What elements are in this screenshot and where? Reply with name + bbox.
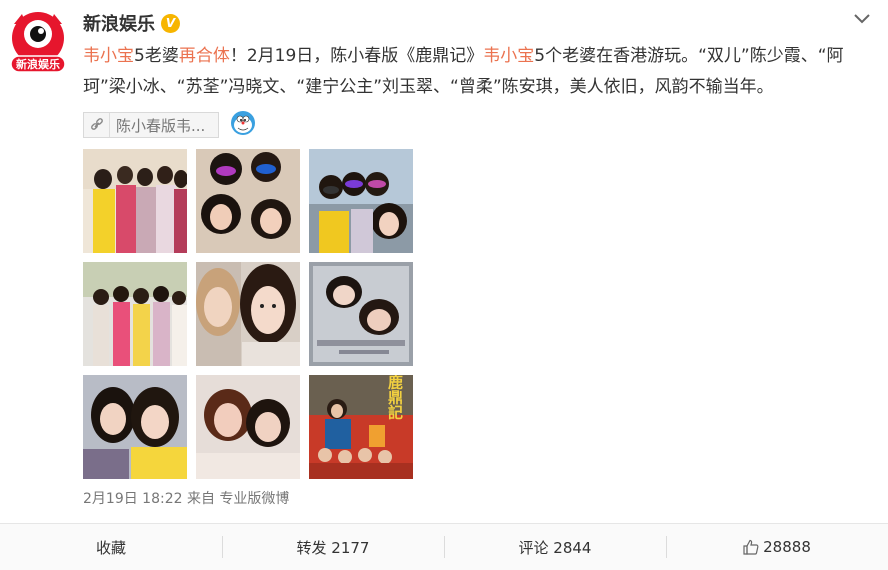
like-count: 28888 [763, 538, 811, 556]
like-button[interactable]: 28888 [666, 524, 888, 570]
avatar-text: 新浪娱乐 [16, 57, 60, 71]
photo-thumbnail[interactable] [196, 262, 300, 366]
movie-poster-thumbnail[interactable]: 鹿鼎記 [309, 375, 413, 479]
photo-thumbnail[interactable] [83, 262, 187, 366]
post-time[interactable]: 2月19日 18:22 [83, 491, 183, 507]
link-chip-label: 陈小春版韦... [116, 116, 206, 135]
sina-eye-logo: 新浪娱乐 [10, 12, 66, 73]
photo-thumbnail[interactable] [309, 262, 413, 366]
action-bar: 收藏 转发 2177 评论 2844 28888 [0, 523, 888, 570]
comment-button[interactable]: 评论 2844 [444, 524, 666, 570]
post-text-segment: 5老婆 [134, 46, 179, 66]
photo-thumbnail[interactable] [196, 149, 300, 253]
verified-icon: V [161, 13, 180, 33]
doraemon-emoji-icon [231, 111, 255, 135]
topic-link[interactable]: 韦小宝 [83, 46, 134, 66]
link-icon [84, 113, 110, 137]
photo-thumbnail[interactable] [309, 149, 413, 253]
account-avatar[interactable]: 新浪娱乐 [8, 6, 68, 74]
photo-thumbnail[interactable] [83, 149, 187, 253]
photo-thumbnail[interactable] [83, 375, 187, 479]
repost-button[interactable]: 转发 2177 [222, 524, 444, 570]
topic-link[interactable]: 再合体 [179, 46, 230, 66]
thumbs-up-icon [743, 539, 759, 555]
repost-label: 转发 2177 [296, 538, 370, 557]
post-from-label: 来自 [186, 491, 215, 507]
photo-grid: 鹿鼎記 [83, 149, 413, 479]
topic-link[interactable]: 韦小宝 [483, 46, 534, 66]
post-source[interactable]: 专业版微博 [219, 491, 289, 507]
favorite-button[interactable]: 收藏 [0, 524, 222, 570]
account-name-row: 新浪娱乐 V [83, 10, 180, 36]
post-text: 韦小宝5老婆再合体！2月19日，陈小春版《鹿鼎记》韦小宝5个老婆在香港游玩。“双… [83, 41, 873, 103]
favorite-label: 收藏 [95, 538, 126, 557]
photo-thumbnail[interactable] [196, 375, 300, 479]
account-name[interactable]: 新浪娱乐 [83, 10, 155, 36]
comment-label: 评论 2844 [518, 538, 592, 557]
post-text-segment: ！2月19日，陈小春版《鹿鼎记》 [229, 46, 484, 66]
chevron-down-icon[interactable] [850, 6, 874, 30]
post-meta: 2月19日 18:22 来自 专业版微博 [83, 488, 289, 508]
poster-title: 鹿鼎記 [386, 375, 404, 420]
link-chip[interactable]: 陈小春版韦... [83, 112, 219, 138]
